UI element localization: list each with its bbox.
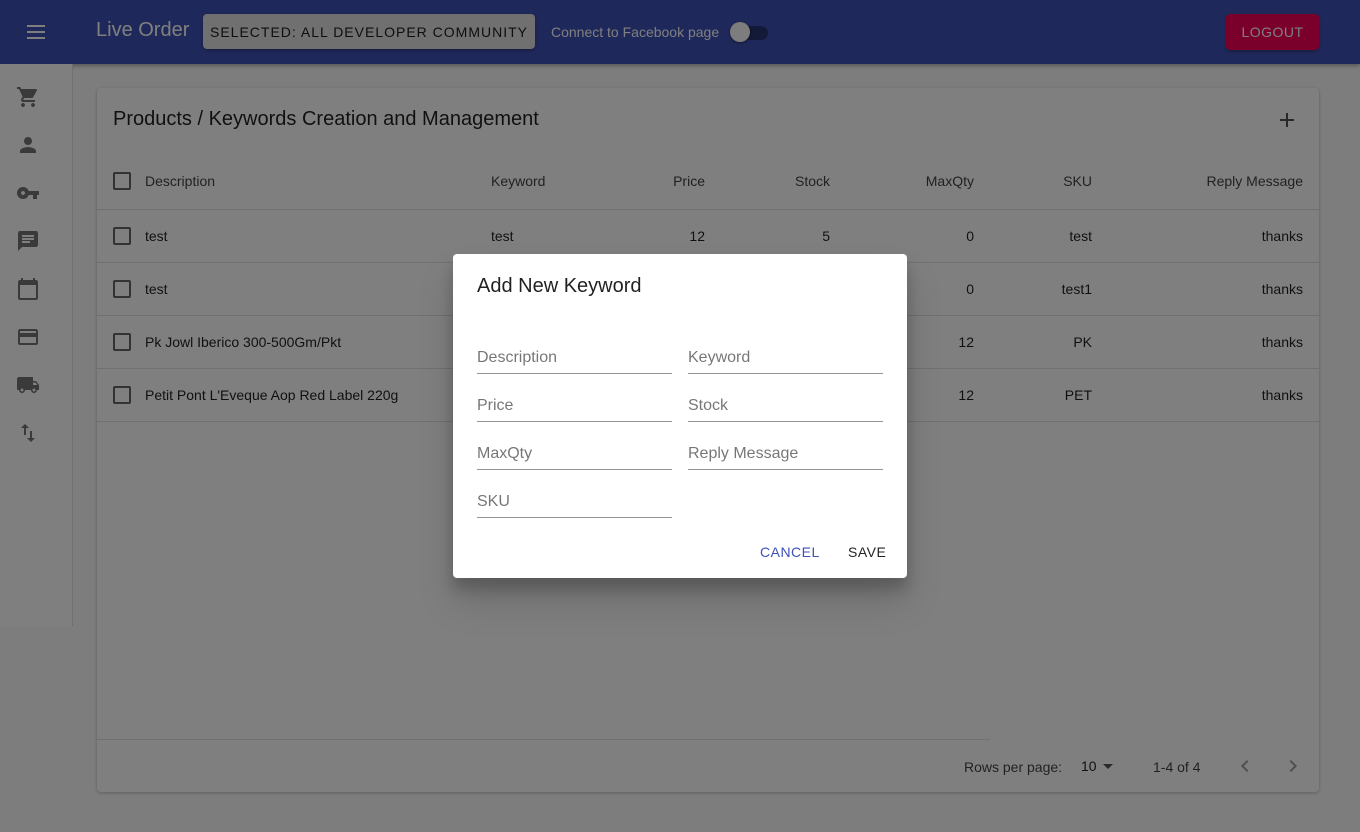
price-field [477, 392, 672, 422]
reply-message-input[interactable] [688, 440, 883, 468]
dialog-title: Add New Keyword [477, 275, 642, 297]
stock-input[interactable] [688, 392, 883, 420]
description-input[interactable] [477, 344, 672, 372]
description-field [477, 344, 672, 374]
keyword-field [688, 344, 883, 374]
save-button[interactable]: SAVE [848, 544, 886, 560]
sku-field [477, 488, 672, 518]
sku-input[interactable] [477, 488, 672, 516]
price-input[interactable] [477, 392, 672, 420]
keyword-input[interactable] [688, 344, 883, 372]
stock-field [688, 392, 883, 422]
reply-message-field [688, 440, 883, 470]
cancel-button[interactable]: CANCEL [760, 544, 820, 560]
maxqty-input[interactable] [477, 440, 672, 468]
add-keyword-dialog: Add New Keyword CANCEL SAVE [453, 254, 907, 578]
maxqty-field [477, 440, 672, 470]
